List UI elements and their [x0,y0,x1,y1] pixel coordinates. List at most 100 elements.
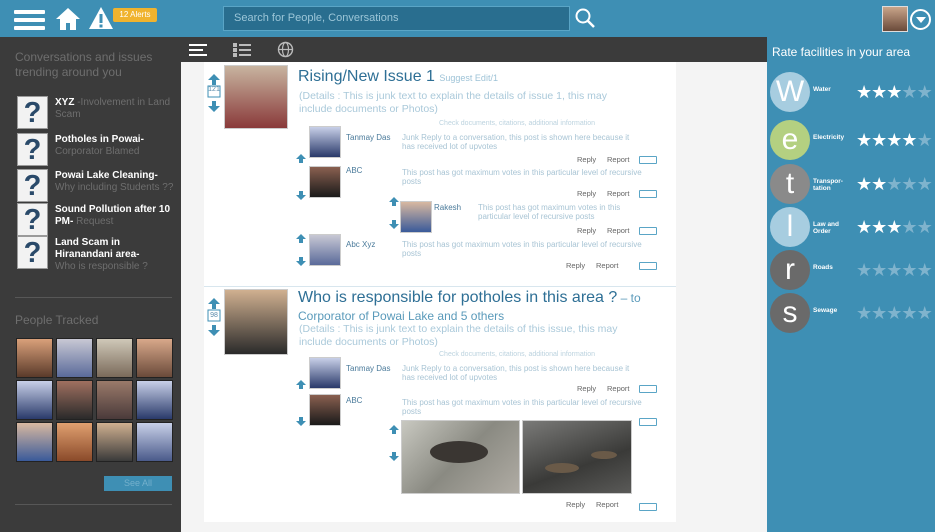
star-icon[interactable]: ★ [901,303,917,323]
report-link[interactable]: Report [607,189,630,198]
person-avatar[interactable] [96,380,133,420]
user-avatar[interactable] [309,234,341,266]
person-avatar[interactable] [136,380,173,420]
star-icon[interactable]: ★ [871,174,887,194]
star-rating[interactable]: ★★★★★ [856,174,933,194]
report-link[interactable]: Report [596,500,619,509]
report-link[interactable]: Report [607,384,630,393]
reply-link[interactable]: Reply [577,155,596,164]
star-rating[interactable]: ★★★★★ [856,130,933,150]
trending-item[interactable]: ? Powai Lake Cleaning- Why including Stud… [17,169,177,202]
suggest-edit-link[interactable]: Suggest Edit/1 [439,73,498,83]
person-avatar[interactable] [16,380,53,420]
star-icon[interactable]: ★ [856,82,872,102]
comment-author[interactable]: ABC [346,166,362,175]
person-avatar[interactable] [16,338,53,378]
star-icon[interactable]: ★ [917,303,933,323]
comment-box[interactable] [639,418,657,426]
comment-box[interactable] [639,503,657,511]
comment-author[interactable]: ABC [346,396,362,405]
reply-link[interactable]: Reply [577,189,596,198]
person-avatar[interactable] [56,422,93,462]
user-avatar[interactable] [309,357,341,389]
person-avatar[interactable] [16,422,53,462]
trending-item[interactable]: ? Potholes in Powai- Corporator Blamed [17,133,177,166]
search-input[interactable]: Search for People, Conversations [223,6,570,31]
comment-author[interactable]: Abc Xyz [346,240,375,249]
comment-box[interactable] [639,227,657,235]
report-link[interactable]: Report [607,155,630,164]
home-icon[interactable] [55,7,81,31]
star-icon[interactable]: ★ [856,260,872,280]
user-avatar[interactable] [309,166,341,198]
user-avatar[interactable] [882,6,908,32]
report-link[interactable]: Report [596,261,619,270]
star-icon[interactable]: ★ [917,130,933,150]
reply-link[interactable]: Reply [566,500,585,509]
star-icon[interactable]: ★ [886,174,902,194]
reply-link[interactable]: Reply [577,384,596,393]
star-icon[interactable]: ★ [901,130,917,150]
globe-icon[interactable] [277,41,294,58]
star-icon[interactable]: ★ [886,217,902,237]
user-avatar[interactable] [400,201,432,233]
star-icon[interactable]: ★ [871,260,887,280]
comment-author[interactable]: Rakesh [434,203,461,212]
user-avatar[interactable] [309,394,341,426]
report-link[interactable]: Report [607,226,630,235]
star-icon[interactable]: ★ [856,303,872,323]
pothole-photo[interactable] [522,420,632,494]
see-all-button[interactable]: See All [104,476,172,491]
star-icon[interactable]: ★ [901,82,917,102]
comment-box[interactable] [639,262,657,270]
star-icon[interactable]: ★ [871,217,887,237]
list-view-icon[interactable] [189,43,207,57]
vote-arrows-icon[interactable] [296,154,306,200]
star-icon[interactable]: ★ [917,174,933,194]
star-icon[interactable]: ★ [871,82,887,102]
vote-arrows-icon[interactable] [389,425,399,461]
star-icon[interactable]: ★ [917,217,933,237]
attachments-link[interactable]: Check documents, citations, additional i… [439,351,595,358]
star-icon[interactable]: ★ [871,303,887,323]
star-icon[interactable]: ★ [917,260,933,280]
reply-link[interactable]: Reply [566,261,585,270]
comment-author[interactable]: Tanmay Das [346,133,390,142]
star-rating[interactable]: ★★★★★ [856,260,933,280]
star-icon[interactable]: ★ [871,130,887,150]
star-icon[interactable]: ★ [886,130,902,150]
star-icon[interactable]: ★ [886,82,902,102]
star-rating[interactable]: ★★★★★ [856,303,933,323]
vote-arrows-icon[interactable] [296,234,306,266]
vote-arrows-icon[interactable] [296,380,306,426]
comment-box[interactable] [639,385,657,393]
star-icon[interactable]: ★ [886,260,902,280]
pothole-photo[interactable] [401,420,520,494]
recipients-link[interactable]: Corporator of Powai Lake and 5 others [298,309,504,323]
person-avatar[interactable] [56,338,93,378]
issue-title[interactable]: Who is responsible for potholes in this … [298,289,668,325]
user-avatar[interactable] [309,126,341,158]
person-avatar[interactable] [136,422,173,462]
star-icon[interactable]: ★ [917,82,933,102]
star-icon[interactable]: ★ [901,217,917,237]
alert-count-badge[interactable]: 12 Alerts [113,8,157,22]
comment-author[interactable]: Tanmay Das [346,364,390,373]
trending-item[interactable]: ? XYZ -Involvement in Land Scam [17,96,177,129]
search-icon[interactable] [574,7,596,29]
issue-title[interactable]: Rising/New Issue 1 Suggest Edit/1 [298,68,498,86]
detail-view-icon[interactable] [233,43,251,57]
comment-box[interactable] [639,190,657,198]
star-rating[interactable]: ★★★★★ [856,82,933,102]
star-icon[interactable]: ★ [901,174,917,194]
star-icon[interactable]: ★ [901,260,917,280]
person-avatar[interactable] [136,338,173,378]
reply-link[interactable]: Reply [577,226,596,235]
trending-item[interactable]: ? Sound Pollution after 10 PM- Request [17,203,177,236]
trending-item[interactable]: ? Land Scam in Hiranandani area- Who is r… [17,236,177,272]
star-icon[interactable]: ★ [856,217,872,237]
attachments-link[interactable]: Check documents, citations, additional i… [439,120,595,127]
alert-icon[interactable] [88,6,114,30]
comment-box[interactable] [639,156,657,164]
vote-icon[interactable] [207,74,221,112]
